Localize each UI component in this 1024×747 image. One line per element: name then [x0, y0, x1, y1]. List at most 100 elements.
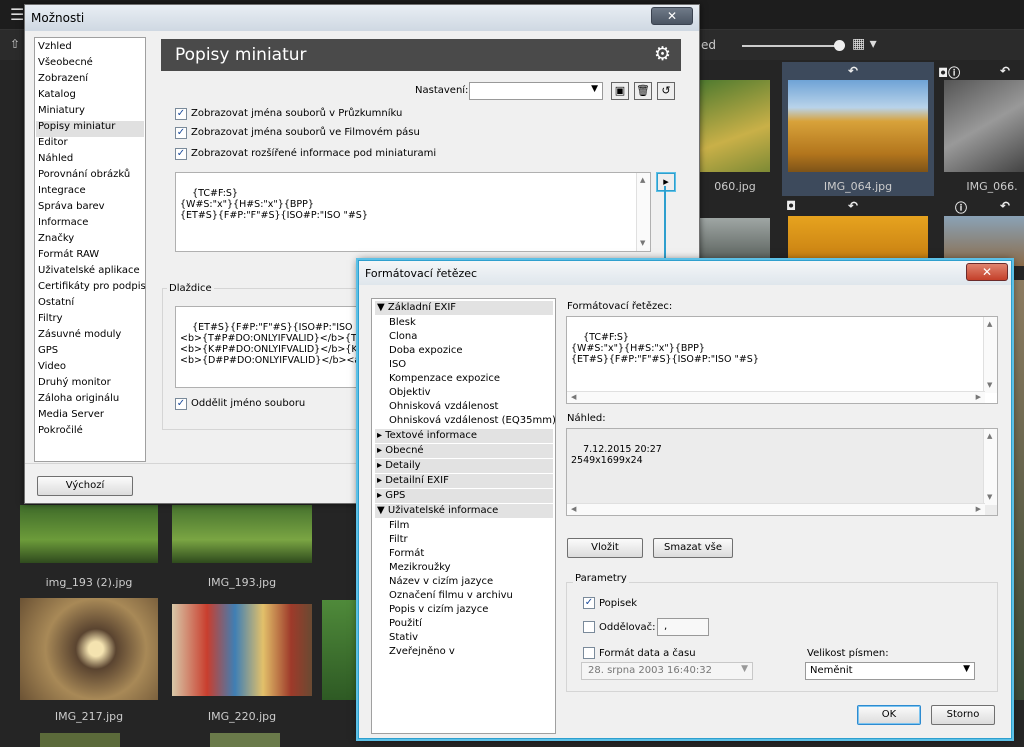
tree-item[interactable]: Clona [389, 331, 417, 342]
scroll-up-icon[interactable]: ▲ [987, 431, 992, 442]
extended-info-checkbox[interactable]: ✓ [175, 148, 187, 160]
thumbnail-image[interactable] [20, 505, 158, 563]
view-grid-icon[interactable]: ▦ ▾ [852, 36, 877, 52]
separator-input[interactable]: , [657, 618, 709, 636]
tree-item[interactable]: Označení filmu v archivu [389, 590, 513, 601]
tree-category[interactable]: ▸ Textové informace [375, 429, 553, 443]
scroll-down-icon[interactable]: ▼ [987, 492, 992, 503]
thumbnail-image[interactable] [700, 80, 770, 172]
vertical-scrollbar[interactable]: ▲ ▼ [983, 429, 997, 505]
tree-item[interactable]: Použití [389, 618, 422, 629]
undo-icon[interactable]: ↺ [657, 82, 675, 100]
scroll-right-icon[interactable]: ▶ [976, 392, 981, 403]
nav-item[interactable]: Všeobecné [38, 57, 93, 73]
tree-item[interactable]: Název v cizím jazyce [389, 576, 493, 587]
tree-item[interactable]: Popis v cizím jazyce [389, 604, 488, 615]
thumbnail-image[interactable] [1014, 280, 1024, 700]
tree-item[interactable]: Ohnisková vzdálenost [389, 401, 498, 412]
tree-category[interactable]: ▸ Detailní EXIF [375, 474, 553, 488]
hamburger-menu-icon[interactable]: ☰ [10, 5, 24, 24]
tree-category[interactable]: ▸ GPS [375, 489, 553, 503]
horizontal-scrollbar[interactable]: ◀ ▶ [567, 391, 985, 403]
settings-select[interactable]: ▼ [469, 82, 603, 100]
upload-icon[interactable]: ⇧ [10, 37, 20, 51]
thumbnail-image[interactable] [40, 733, 120, 747]
tiles-textarea[interactable]: {ET#S}{F#P:"F"#S}{ISO#P:"ISO "#S}{W <b>{… [175, 306, 359, 388]
date-format-select[interactable]: 28. srpna 2003 16:40:32 ▼ [581, 662, 753, 680]
thumbnail-image[interactable] [944, 216, 1024, 266]
tree-category[interactable]: ▼ Základní EXIF [375, 301, 553, 315]
explorer-names-checkbox[interactable]: ✓ [175, 108, 187, 120]
default-button[interactable]: Výchozí [37, 476, 133, 496]
caption-checkbox[interactable]: ✓ [583, 597, 595, 609]
insert-button[interactable]: Vložit [567, 538, 643, 558]
nav-item[interactable]: Formát RAW [38, 249, 99, 265]
scroll-down-icon[interactable]: ▼ [987, 380, 992, 391]
nav-item[interactable]: Druhý monitor [38, 377, 111, 393]
date-format-checkbox[interactable] [583, 647, 595, 659]
nav-item[interactable]: Značky [38, 233, 74, 249]
tree-category[interactable]: ▸ Detaily [375, 459, 553, 473]
rotate-icon[interactable]: ↶ [1000, 64, 1010, 78]
nav-item[interactable]: GPS [38, 345, 58, 361]
tree-item[interactable]: Film [389, 520, 409, 531]
thumbnail-image[interactable] [322, 600, 358, 700]
tree-category[interactable]: ▼ Uživatelské informace [375, 504, 553, 518]
scroll-up-icon[interactable]: ▲ [640, 175, 645, 186]
scroll-down-icon[interactable]: ▼ [640, 238, 645, 249]
tree-item[interactable]: ISO [389, 359, 406, 370]
thumbnail-image[interactable] [172, 604, 312, 696]
nav-item[interactable]: Pokročilé [38, 425, 83, 441]
nav-item[interactable]: Zásuvné moduly [38, 329, 121, 345]
horizontal-scrollbar[interactable]: ◀ ▶ [567, 503, 985, 515]
scroll-up-icon[interactable]: ▲ [987, 319, 992, 330]
tree-category[interactable]: ▸ Obecné [375, 444, 553, 458]
rotate-icon[interactable]: ↶ [848, 199, 858, 213]
nav-item[interactable]: Video [38, 361, 66, 377]
nav-item[interactable]: Informace [38, 217, 88, 233]
scroll-left-icon[interactable]: ◀ [571, 504, 576, 515]
vertical-scrollbar[interactable]: ▲ ▼ [636, 173, 650, 251]
nav-item[interactable]: Záloha originálu [38, 393, 119, 409]
tree-item[interactable]: Ohnisková vzdálenost (EQ35mm) [389, 415, 556, 426]
tree-item[interactable]: Objektiv [389, 387, 431, 398]
tree-item[interactable]: Kompenzace expozice [389, 373, 500, 384]
nav-item[interactable]: Certifikáty pro podpis [38, 281, 146, 297]
tree-item[interactable]: Blesk [389, 317, 416, 328]
tree-item[interactable]: Filtr [389, 534, 408, 545]
thumbnail-image[interactable] [788, 216, 928, 266]
vertical-scrollbar[interactable]: ▲ ▼ [983, 317, 997, 393]
gear-icon[interactable]: ⚙ [654, 43, 671, 65]
tree-item[interactable]: Formát [389, 548, 424, 559]
nav-item[interactable]: Uživatelské aplikace [38, 265, 140, 281]
save-icon[interactable]: ▣ [611, 82, 629, 100]
thumbnail-image[interactable] [172, 505, 312, 563]
nav-item[interactable]: Katalog [38, 89, 76, 105]
zoom-slider-track[interactable] [742, 45, 838, 47]
nav-item[interactable]: Správa barev [38, 201, 105, 217]
rotate-icon[interactable]: ↶ [848, 64, 858, 78]
thumbnail-image[interactable] [944, 80, 1024, 172]
font-size-select[interactable]: Neměnit ▼ [805, 662, 975, 680]
rotate-icon[interactable]: ↶ [1000, 199, 1010, 213]
separate-filename-checkbox[interactable]: ✓ [175, 398, 187, 410]
cancel-button[interactable]: Storno [931, 705, 995, 725]
thumbnail-image[interactable] [20, 598, 158, 700]
nav-item[interactable]: Integrace [38, 185, 86, 201]
scroll-right-icon[interactable]: ▶ [976, 504, 981, 515]
close-button[interactable]: ✕ [651, 7, 693, 25]
expand-format-button[interactable]: ▸ [657, 173, 675, 191]
zoom-slider-knob[interactable] [834, 40, 845, 51]
separator-checkbox[interactable] [583, 621, 595, 633]
nav-item[interactable]: Editor [38, 137, 68, 153]
nav-item[interactable]: Filtry [38, 313, 63, 329]
clear-all-button[interactable]: Smazat vše [653, 538, 733, 558]
format-string-textarea[interactable]: {TC#F:S} {W#S:"x"}{H#S:"x"}{BPP} {ET#S}{… [175, 172, 651, 252]
nav-item[interactable]: Ostatní [38, 297, 74, 313]
thumbnail-image[interactable] [788, 80, 928, 172]
ok-button[interactable]: OK [857, 705, 921, 725]
scroll-left-icon[interactable]: ◀ [571, 392, 576, 403]
tree-item[interactable]: Stativ [389, 632, 418, 643]
filmstrip-names-checkbox[interactable]: ✓ [175, 127, 187, 139]
tree-item[interactable]: Mezikroužky [389, 562, 451, 573]
